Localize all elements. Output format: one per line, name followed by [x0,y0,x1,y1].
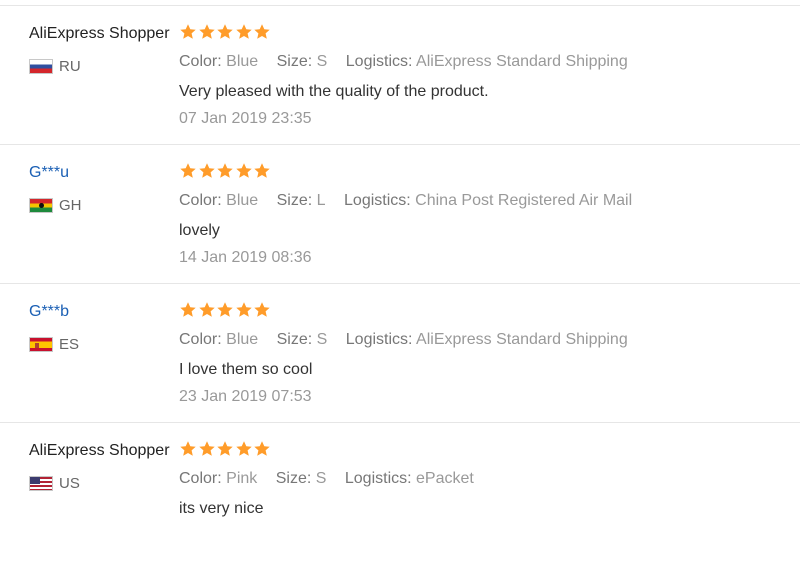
attr-key: Color: [179,331,222,348]
star-rating [179,23,272,41]
reviewer-country: GH [29,197,82,214]
reviewer-name: AliExpress Shopper [29,25,170,42]
attr-value: S [315,470,327,487]
attr-value: Blue [226,53,259,70]
reviewer-country: US [29,475,80,492]
attr-value: S [316,53,328,70]
flag-us-icon [29,476,53,491]
review-attributes: Color: Blue Size: S Logistics: AliExpres… [179,331,642,349]
flag-es-icon [29,337,53,352]
attr-value: Pink [226,470,258,487]
attr-key: Size: [276,331,313,348]
star-icon [254,24,270,39]
star-icon [180,163,196,178]
review-item: G***b ES Color: Blue Size: S Logistics: … [0,286,800,424]
star-icon [198,302,215,317]
attr-key: Color: [179,53,222,70]
review-text: lovely [179,222,220,239]
divider [0,144,800,145]
star-icon [217,302,233,317]
reviewer-name-link[interactable]: G***u [29,164,69,182]
star-icon [254,302,270,317]
review-text: its very nice [179,500,264,517]
review-attributes: Color: Blue Size: L Logistics: China Pos… [179,192,646,210]
star-icon [235,163,252,178]
star-icon [217,163,233,178]
divider [0,422,800,423]
attr-value: L [316,192,326,209]
attr-value: Blue [226,192,259,209]
star-icon [235,302,252,317]
divider [0,283,800,284]
divider [0,5,800,6]
attr-value: S [316,331,328,348]
star-icon [235,24,252,39]
attr-value: AliExpress Standard Shipping [416,53,628,70]
attr-key: Logistics: [345,53,413,70]
star-rating [179,440,272,458]
flag-gh-icon [29,198,53,213]
star-icon [180,441,196,456]
star-icon [180,24,196,39]
star-rating [179,301,272,319]
star-icon [254,441,270,456]
attr-key: Logistics: [344,470,412,487]
attr-key: Size: [276,192,313,209]
review-attributes: Color: Pink Size: S Logistics: ePacket [179,470,488,488]
attr-key: Color: [179,192,222,209]
attr-value: AliExpress Standard Shipping [416,331,628,348]
country-code: ES [59,336,80,353]
flag-ru-icon [29,59,53,74]
review-date: 07 Jan 2019 23:35 [179,110,312,127]
star-icon [217,441,233,456]
reviewer-country: RU [29,58,81,75]
attr-value: China Post Registered Air Mail [415,192,633,209]
review-item: AliExpress Shopper US Color: Pink Size: … [0,425,800,563]
review-attributes: Color: Blue Size: S Logistics: AliExpres… [179,53,642,71]
reviewer-name: AliExpress Shopper [29,442,170,459]
star-icon [198,24,215,39]
reviewer-country: ES [29,336,79,353]
star-icon [217,24,233,39]
review-date: 14 Jan 2019 08:36 [179,249,312,266]
review-item: G***u GH Color: Blue Size: L Logistics: … [0,147,800,285]
star-icon [180,302,196,317]
attr-key: Size: [276,53,313,70]
attr-key: Logistics: [345,331,413,348]
star-icon [198,163,215,178]
country-code: US [59,475,80,492]
reviewer-name-link[interactable]: G***b [29,303,69,321]
attr-key: Size: [275,470,312,487]
review-date: 23 Jan 2019 07:53 [179,388,312,405]
attr-value: Blue [226,331,259,348]
star-rating [179,162,272,180]
review-text: Very pleased with the quality of the pro… [179,83,489,100]
star-icon [198,441,215,456]
star-icon [254,163,270,178]
attr-value: ePacket [416,470,474,487]
attr-key: Logistics: [344,192,411,209]
country-code: RU [59,58,81,75]
country-code: GH [59,197,82,214]
attr-key: Color: [179,470,222,487]
review-text: I love them so cool [179,361,313,378]
review-item: AliExpress Shopper RU Color: Blue Size: … [0,8,800,146]
star-icon [235,441,252,456]
